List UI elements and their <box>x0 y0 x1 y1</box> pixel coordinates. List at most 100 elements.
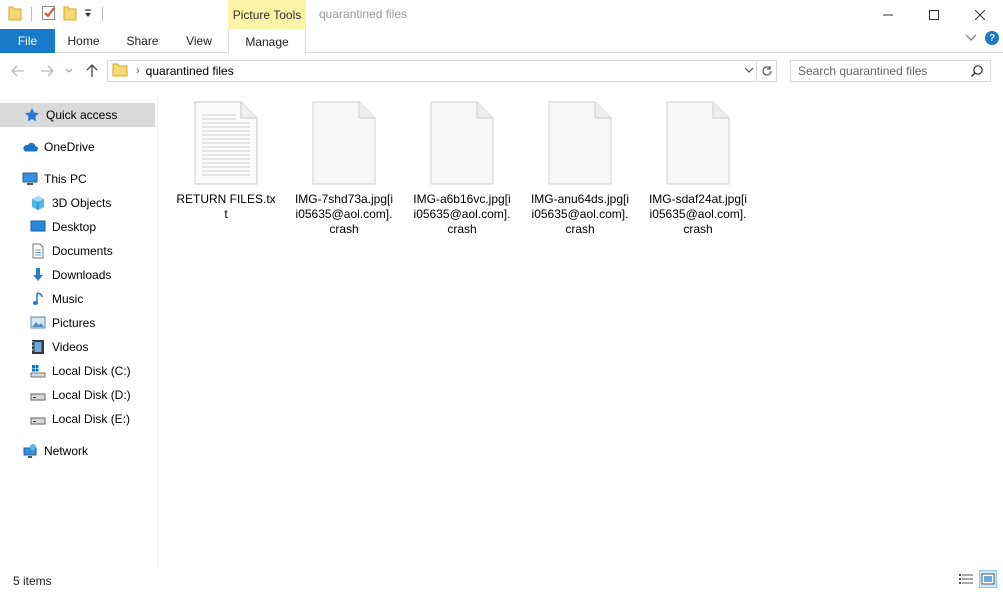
sidebar-item-desktop[interactable]: Desktop <box>0 215 155 239</box>
sidebar-item-label: Videos <box>52 340 89 354</box>
computer-icon <box>22 171 38 187</box>
file-name: IMG-anu64ds.jpg[ii05635@aol.com].crash <box>530 192 630 236</box>
expand-ribbon-icon[interactable] <box>965 31 977 45</box>
quick-access-toolbar <box>8 4 106 24</box>
properties-icon[interactable] <box>41 5 57 24</box>
up-arrow-icon <box>86 64 98 77</box>
music-icon <box>30 291 46 307</box>
large-icons-view-icon <box>981 573 995 585</box>
blank-file-icon <box>666 101 730 185</box>
sidebar-item-documents[interactable]: Documents <box>0 239 155 263</box>
blank-file-icon <box>430 101 494 185</box>
new-folder-icon[interactable] <box>63 5 77 24</box>
help-icon[interactable]: ? <box>985 31 999 45</box>
sidebar-item-this-pc[interactable]: This PC <box>0 167 155 191</box>
sidebar-item-network[interactable]: Network <box>0 439 155 463</box>
file-item-return-files[interactable]: RETURN FILES.txt <box>170 101 282 222</box>
sidebar-item-local-disk-d[interactable]: Local Disk (D:) <box>0 383 155 407</box>
picture-tools-context-tab: Picture Tools <box>228 0 306 29</box>
maximize-icon <box>929 9 939 20</box>
back-arrow-icon <box>11 65 24 77</box>
network-icon <box>22 443 38 459</box>
customize-toolbar-icon[interactable] <box>83 7 93 22</box>
title-bar: Picture Tools quarantined files <box>0 0 1003 29</box>
up-button[interactable] <box>82 61 102 81</box>
minimize-button[interactable] <box>865 0 911 29</box>
ribbon-controls: ? <box>965 31 999 45</box>
maximize-button[interactable] <box>911 0 957 29</box>
folder-icon <box>8 5 22 24</box>
sidebar-item-music[interactable]: Music <box>0 287 155 311</box>
status-bar: 5 items <box>0 567 1003 592</box>
close-button[interactable] <box>957 0 1003 29</box>
search-input[interactable] <box>791 64 961 78</box>
drive-icon <box>30 411 46 427</box>
sidebar-item-label: 3D Objects <box>52 196 112 210</box>
sidebar-item-videos[interactable]: Videos <box>0 335 155 359</box>
text-file-icon <box>194 101 258 185</box>
details-view-button[interactable] <box>957 570 975 588</box>
drive-icon <box>30 387 46 403</box>
forward-button[interactable] <box>37 61 57 81</box>
chevron-down-icon <box>65 68 73 73</box>
breadcrumb-separator-icon[interactable]: › <box>136 65 140 77</box>
sidebar-item-pictures[interactable]: Pictures <box>0 311 155 335</box>
back-button[interactable] <box>8 61 28 81</box>
blank-file-icon <box>548 101 612 185</box>
sidebar-item-label: Downloads <box>52 268 112 282</box>
sidebar-item-label: Quick access <box>46 108 118 122</box>
details-view-icon <box>959 574 973 584</box>
tab-manage[interactable]: Manage <box>228 29 306 54</box>
drive-icon <box>30 363 46 379</box>
sidebar-item-label: Music <box>52 292 84 306</box>
sidebar-item-label: Documents <box>52 244 113 258</box>
navigation-bar: › quarantined files <box>0 53 1003 89</box>
file-name: IMG-7shd73a.jpg[ii05635@aol.com].crash <box>294 192 394 236</box>
sidebar-item-label: Local Disk (D:) <box>52 388 131 402</box>
sidebar-item-downloads[interactable]: Downloads <box>0 263 155 287</box>
tab-home[interactable]: Home <box>57 29 110 53</box>
search-icon[interactable] <box>970 64 984 81</box>
sidebar-item-local-disk-c[interactable]: Local Disk (C:) <box>0 359 155 383</box>
sidebar-item-label: Pictures <box>52 316 96 330</box>
refresh-button[interactable] <box>756 61 776 81</box>
file-item-img-7shd73a[interactable]: IMG-7shd73a.jpg[ii05635@aol.com].crash <box>288 101 400 237</box>
document-icon <box>30 243 46 259</box>
sidebar-item-quick-access[interactable]: Quick access <box>0 103 155 127</box>
sidebar-item-3d-objects[interactable]: 3D Objects <box>0 191 155 215</box>
tab-file[interactable]: File <box>0 29 55 53</box>
picture-icon <box>30 315 46 331</box>
sidebar-item-onedrive[interactable]: OneDrive <box>0 135 155 159</box>
toolbar-divider <box>102 7 103 21</box>
file-item-img-a6b16vc[interactable]: IMG-a6b16vc.jpg[ii05635@aol.com].crash <box>406 101 518 237</box>
large-icons-view-button[interactable] <box>979 570 997 588</box>
minimize-icon <box>883 14 893 15</box>
file-list-view: RETURN FILES.txt IMG-7shd73a.jpg[ii05635… <box>158 95 1003 567</box>
window-title: quarantined files <box>319 7 408 21</box>
cube-icon <box>30 195 46 211</box>
tab-view[interactable]: View <box>173 29 225 53</box>
search-box[interactable] <box>790 60 991 82</box>
folder-icon <box>112 63 128 80</box>
navigation-pane: Quick access OneDrive This PC 3D Objects… <box>0 95 158 567</box>
tab-share[interactable]: Share <box>115 29 170 53</box>
breadcrumb-current[interactable]: quarantined files <box>146 64 234 78</box>
blank-file-icon <box>312 101 376 185</box>
view-switcher <box>957 570 997 588</box>
close-icon <box>975 9 985 20</box>
video-icon <box>30 339 46 355</box>
recent-locations-button[interactable] <box>62 61 76 81</box>
sidebar-item-label: This PC <box>44 172 87 186</box>
desktop-icon <box>30 219 46 235</box>
sidebar-item-label: OneDrive <box>44 140 95 154</box>
window-controls <box>865 0 1003 29</box>
file-item-img-sdaf24at[interactable]: IMG-sdaf24at.jpg[ii05635@aol.com].crash <box>642 101 754 237</box>
cloud-icon <box>22 139 38 155</box>
address-history-dropdown[interactable] <box>744 63 754 77</box>
sidebar-item-label: Local Disk (C:) <box>52 364 131 378</box>
download-icon <box>30 267 46 283</box>
sidebar-item-local-disk-e[interactable]: Local Disk (E:) <box>0 407 155 431</box>
address-bar[interactable]: › quarantined files <box>107 60 777 82</box>
file-name: IMG-sdaf24at.jpg[ii05635@aol.com].crash <box>648 192 748 236</box>
file-item-img-anu64ds[interactable]: IMG-anu64ds.jpg[ii05635@aol.com].crash <box>524 101 636 237</box>
